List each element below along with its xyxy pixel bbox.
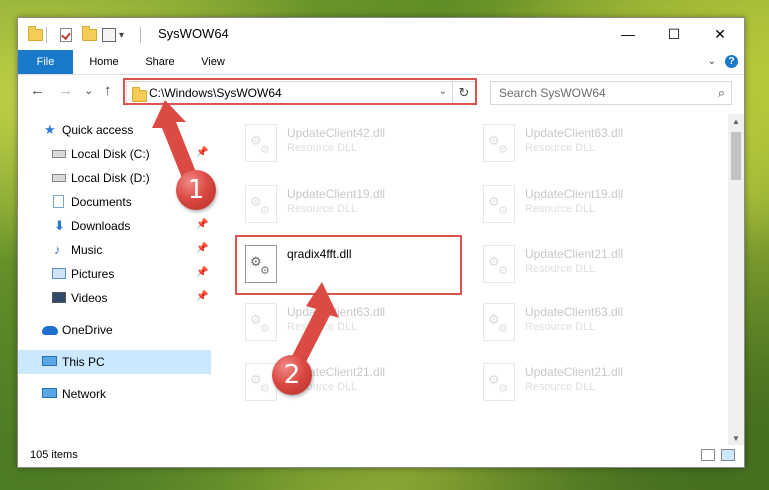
arrow-2 bbox=[290, 282, 339, 366]
step-badge-2: 2 bbox=[272, 355, 312, 395]
step-badge-1: 1 bbox=[176, 170, 216, 210]
arrow-1 bbox=[152, 100, 196, 178]
arrow-to-address bbox=[152, 100, 339, 366]
